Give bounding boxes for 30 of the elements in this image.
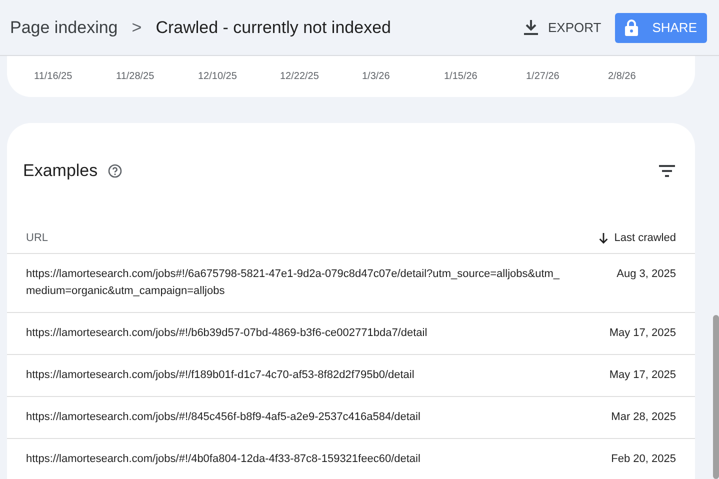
url-cell[interactable]: https://lamortesearch.com/jobs/#!/4b0fa804-12da-4f33-87c8-159321feec60/detail bbox=[26, 450, 566, 468]
date-cell-text: May 17, 2025 bbox=[609, 326, 676, 340]
scrollbar-thumb[interactable] bbox=[713, 315, 719, 479]
column-header[interactable]: URL bbox=[26, 230, 48, 246]
column-header[interactable]: Last crawled bbox=[599, 230, 676, 246]
help-icon[interactable] bbox=[108, 164, 122, 178]
page-title: Crawled - currently not indexed bbox=[156, 16, 391, 39]
axis-label: 12/22/25 bbox=[280, 71, 319, 82]
axis-label: 11/28/25 bbox=[116, 71, 154, 82]
filter-icon[interactable] bbox=[659, 164, 675, 177]
date-cell-text: May 17, 2025 bbox=[609, 368, 676, 382]
date-cell-text: Mar 28, 2025 bbox=[611, 410, 676, 424]
date-cell-text: Feb 20, 2025 bbox=[611, 452, 676, 466]
axis-label: 1/15/26 bbox=[444, 71, 478, 82]
axis-label: 11/16/25 bbox=[34, 71, 72, 82]
url-cell[interactable]: https://lamortesearch.com/jobs#!/6a675798-5821-47e1-9d2a-079c8d47c07e/detail?utm_source=alljobs&utm_medium=organic&utm_campaign=alljobs bbox=[26, 266, 566, 300]
download-icon bbox=[524, 20, 538, 36]
url-cell[interactable]: https://lamortesearch.com/jobs/#!/b6b39d57-07bd-4869-b3f6-ce002771bda7/detail bbox=[26, 324, 566, 342]
url-cell[interactable]: https://lamortesearch.com/jobs/#!/845c456f-b8f9-4af5-a2e9-2537c416a584/detail bbox=[26, 408, 566, 426]
export-button[interactable]: EXPORT bbox=[522, 12, 604, 44]
lock-icon bbox=[625, 19, 638, 36]
date-cell-text: Aug 3, 2025 bbox=[616, 266, 676, 282]
axis-label: 1/3/26 bbox=[362, 71, 390, 82]
breadcrumb-separator: > bbox=[132, 16, 142, 39]
url-cell[interactable]: https://lamortesearch.com/jobs/#!/f189b01f-d1c7-4c70-af53-8f82d2f795b0/detail bbox=[26, 366, 566, 384]
breadcrumb-link[interactable]: Page indexing bbox=[10, 14, 118, 40]
axis-label: 1/27/26 bbox=[526, 71, 560, 82]
axis-label: 12/10/25 bbox=[198, 71, 237, 82]
axis-label: 2/8/26 bbox=[608, 71, 636, 82]
section-title: Examples bbox=[23, 160, 98, 182]
